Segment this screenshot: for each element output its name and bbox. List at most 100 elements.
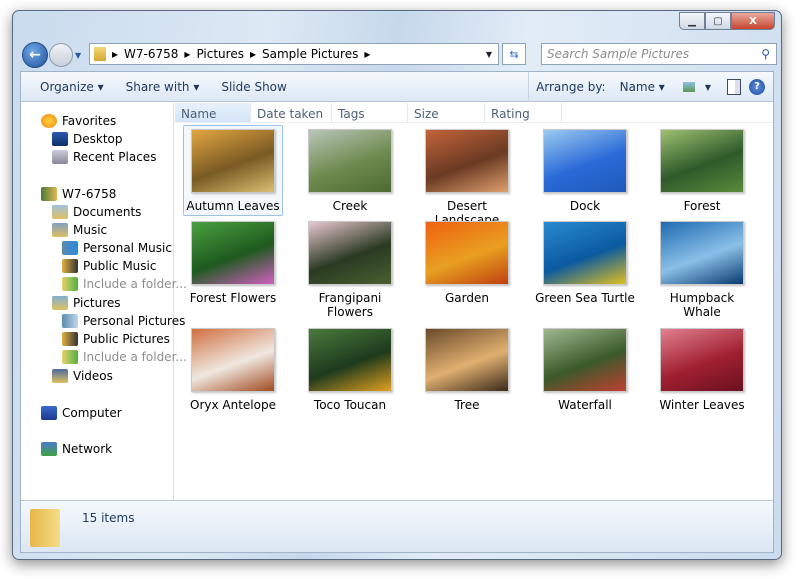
navigation-pane: Favorites Desktop Recent Places W7-6758 … [21, 103, 187, 502]
music-library-icon [52, 223, 68, 237]
nav-pictures[interactable]: Pictures [52, 296, 121, 310]
crumb-separator[interactable]: ▸ [250, 47, 256, 61]
breadcrumb-computer[interactable]: W7-6758 [124, 47, 178, 61]
file-item[interactable]: Frangipani Flowers [300, 221, 400, 319]
file-name: Forest [683, 199, 721, 213]
search-icon[interactable]: ⚲ [761, 47, 770, 61]
share-with-button[interactable]: Share with ▾ [115, 80, 211, 94]
address-dropdown-icon[interactable]: ▼ [486, 50, 492, 59]
nav-recent-places[interactable]: Recent Places [52, 150, 156, 164]
thumbnail-image [543, 328, 627, 392]
view-options-dropdown[interactable]: ▼ [705, 83, 711, 92]
thumbnail-image [308, 328, 392, 392]
network-icon [41, 442, 57, 456]
forward-button[interactable] [49, 43, 73, 67]
thumbnail-image [425, 221, 509, 285]
file-name: Creek [332, 199, 368, 213]
nav-favorites[interactable]: Favorites [41, 114, 116, 128]
details-pane: 15 items [21, 500, 773, 552]
close-button[interactable]: X [731, 12, 775, 30]
nav-label: W7-6758 [62, 187, 117, 201]
file-item[interactable]: Green Sea Turtle [535, 221, 635, 305]
thumbnail-image [191, 221, 275, 285]
file-item[interactable]: Forest [652, 129, 752, 213]
back-button[interactable]: ← [22, 42, 48, 68]
nav-computer[interactable]: Computer [41, 406, 122, 420]
personal-music-icon [62, 241, 78, 255]
nav-label: Music [73, 223, 108, 237]
minimize-button[interactable]: ▁ [679, 12, 705, 30]
thumbnail-image [308, 221, 392, 285]
file-item[interactable]: Winter Leaves [652, 328, 752, 412]
nav-label: Videos [73, 369, 113, 383]
refresh-button[interactable]: ⇆ [502, 43, 526, 65]
nav-label: Include a folder... [83, 350, 187, 364]
nav-label: Recent Places [73, 150, 157, 164]
address-bar[interactable]: ▸ W7-6758 ▸ Pictures ▸ Sample Pictures ▸… [89, 43, 499, 65]
help-button[interactable]: ? [749, 79, 765, 95]
file-item[interactable]: Desert Landscape [417, 129, 517, 227]
thumbnail-image [191, 129, 275, 193]
thumbnail-image [308, 129, 392, 193]
thumbnail-image [660, 328, 744, 392]
crumb-separator[interactable]: ▸ [364, 47, 370, 61]
thumbnail-image [425, 129, 509, 193]
file-name: Frangipani Flowers [318, 291, 382, 319]
change-view-icon[interactable] [682, 82, 695, 92]
crumb-separator[interactable]: ▸ [112, 47, 118, 61]
column-name[interactable]: Name [175, 103, 251, 122]
nav-videos[interactable]: Videos [52, 369, 113, 383]
column-date-taken[interactable]: Date taken [251, 103, 332, 122]
computer-icon [41, 406, 57, 420]
file-item[interactable]: Toco Toucan [300, 328, 400, 412]
nav-label: Personal Pictures [83, 314, 186, 328]
file-name: Oryx Antelope [190, 398, 276, 412]
nav-public-music[interactable]: Public Music [62, 259, 156, 273]
arrange-by-label: Arrange by: [536, 80, 606, 94]
nav-include-folder-music[interactable]: Include a folder... [62, 277, 187, 291]
nav-network[interactable]: Network [41, 442, 112, 456]
breadcrumb-pictures[interactable]: Pictures [196, 47, 244, 61]
nav-label: Computer [62, 406, 122, 420]
maximize-button[interactable]: ▢ [705, 12, 731, 30]
arrow-left-icon: ← [29, 47, 41, 63]
search-placeholder: Search Sample Pictures [547, 47, 690, 61]
thumbnail-image [660, 129, 744, 193]
nav-desktop[interactable]: Desktop [52, 132, 123, 146]
explorer-window: ▁ ▢ X ← ▼ ▸ W7-6758 ▸ Pictures ▸ Sample … [12, 10, 782, 560]
thumbnail-image [543, 129, 627, 193]
file-name: Winter Leaves [659, 398, 745, 412]
file-item[interactable]: Dock [535, 129, 635, 213]
file-item[interactable]: Forest Flowers [183, 221, 283, 305]
search-input[interactable]: Search Sample Pictures ⚲ [541, 43, 777, 65]
nav-documents[interactable]: Documents [52, 205, 141, 219]
file-item[interactable]: Garden [417, 221, 517, 305]
nav-public-pictures[interactable]: Public Pictures [62, 332, 170, 346]
arrange-by-dropdown[interactable]: Name ▾ [614, 80, 683, 94]
nav-label: Documents [73, 205, 142, 219]
slide-show-button[interactable]: Slide Show [210, 80, 297, 94]
recent-pages-dropdown[interactable]: ▼ [75, 51, 81, 60]
file-name: Toco Toucan [313, 398, 387, 412]
organize-button[interactable]: Organize ▾ [29, 80, 115, 94]
file-item[interactable]: Tree [417, 328, 517, 412]
preview-pane-button[interactable] [727, 79, 741, 95]
nav-music[interactable]: Music [52, 223, 107, 237]
file-item[interactable]: Waterfall [535, 328, 635, 412]
file-item[interactable]: Autumn Leaves [183, 125, 283, 216]
crumb-separator[interactable]: ▸ [184, 47, 190, 61]
column-size[interactable]: Size [408, 103, 485, 122]
nav-include-folder-pictures[interactable]: Include a folder... [62, 350, 187, 364]
breadcrumb-sample-pictures[interactable]: Sample Pictures [262, 47, 358, 61]
nav-personal-music[interactable]: Personal Music [62, 241, 172, 255]
column-tags[interactable]: Tags [332, 103, 408, 122]
file-name: Autumn Leaves [186, 199, 280, 213]
column-rating[interactable]: Rating [485, 103, 562, 122]
nav-personal-pictures[interactable]: Personal Pictures [62, 314, 185, 328]
file-item[interactable]: Creek [300, 129, 400, 213]
window-controls: ▁ ▢ X [679, 12, 775, 30]
nav-user-folder[interactable]: W7-6758 [41, 187, 116, 201]
file-list: Name Date taken Tags Size Rating Autumn … [175, 103, 773, 502]
file-item[interactable]: Humpback Whale [652, 221, 752, 319]
file-item[interactable]: Oryx Antelope [183, 328, 283, 412]
